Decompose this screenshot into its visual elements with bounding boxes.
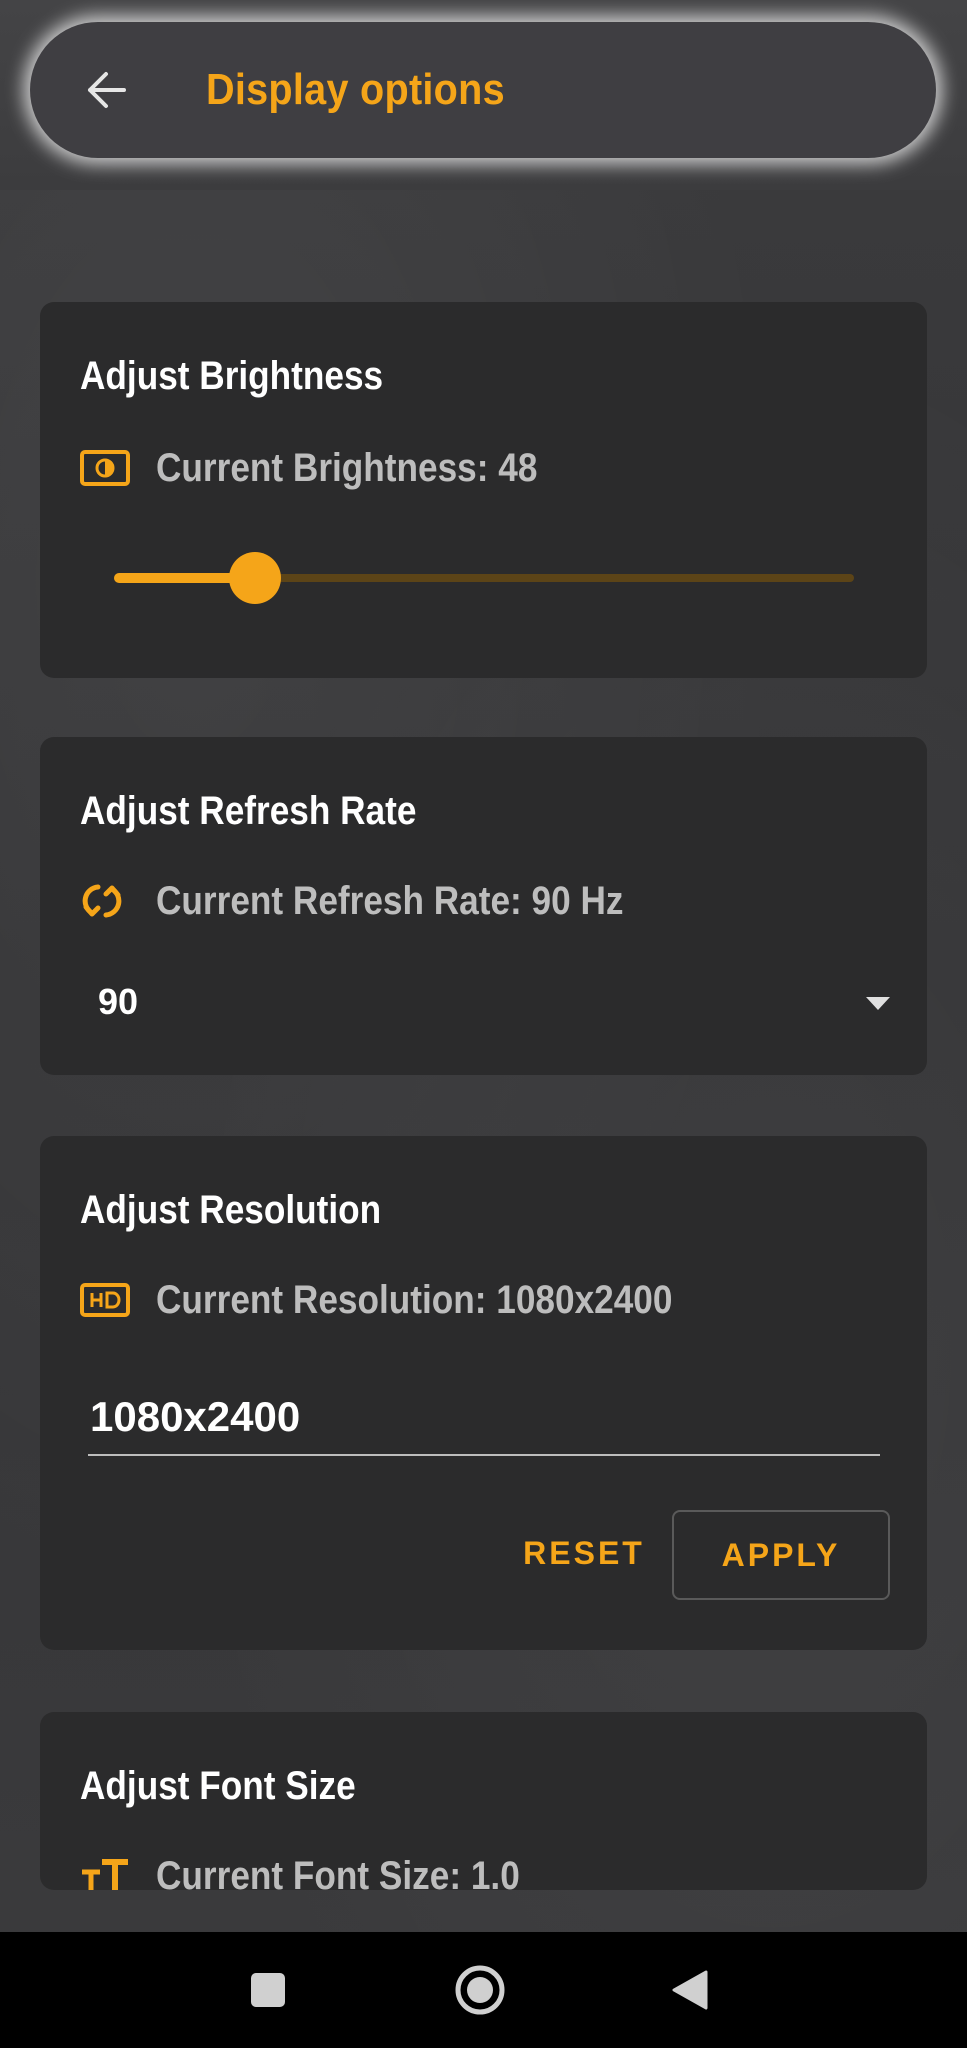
system-nav-bar [0,1932,967,2048]
current-resolution-label: Current Resolution: 1080x2400 [156,1277,673,1322]
refresh-icon [80,879,130,923]
brightness-slider[interactable] [114,552,854,604]
current-refresh-rate-label: Current Refresh Rate: 90 Hz [156,878,624,923]
resolution-input[interactable] [88,1386,880,1456]
resolution-info: Current Resolution: 1080x2400 [80,1274,743,1326]
slider-thumb[interactable] [229,552,281,604]
triangle-back-icon[interactable] [630,1932,750,2048]
font-size-title: Adjust Font Size [80,1764,356,1808]
brightness-title: Adjust Brightness [80,354,384,398]
text-size-icon [80,1854,130,1890]
font-size-card: Adjust Font Size Current Font Size: 1.0 [40,1712,927,1890]
refresh-rate-select[interactable]: 90 [80,969,890,1039]
refresh-rate-card: Adjust Refresh Rate Current Refresh Rate… [40,737,927,1075]
app-bar: Display options [30,22,936,158]
brightness-card: Adjust Brightness Current Brightness: 48 [40,302,927,678]
font-size-info: Current Font Size: 1.0 [80,1850,569,1890]
hd-icon [80,1278,130,1322]
chevron-down-icon [866,997,890,1010]
reset-button[interactable]: RESET [484,1510,684,1596]
current-font-size-label: Current Font Size: 1.0 [156,1853,520,1891]
refresh-rate-info: Current Refresh Rate: 90 Hz [80,875,687,927]
brightness-info: Current Brightness: 48 [80,442,589,494]
current-brightness-label: Current Brightness: 48 [156,445,538,490]
apply-button[interactable]: APPLY [672,1510,890,1600]
resolution-title: Adjust Resolution [80,1188,382,1232]
arrow-left-icon[interactable] [78,62,134,118]
square-icon[interactable] [208,1932,328,2048]
refresh-rate-selected: 90 [98,981,139,1022]
circle-home-icon[interactable] [420,1932,540,2048]
page-title: Display options [206,65,505,114]
refresh-rate-title: Adjust Refresh Rate [80,789,417,833]
brightness-icon [80,446,130,490]
resolution-card: Adjust Resolution Current Resolution: 10… [40,1136,927,1650]
